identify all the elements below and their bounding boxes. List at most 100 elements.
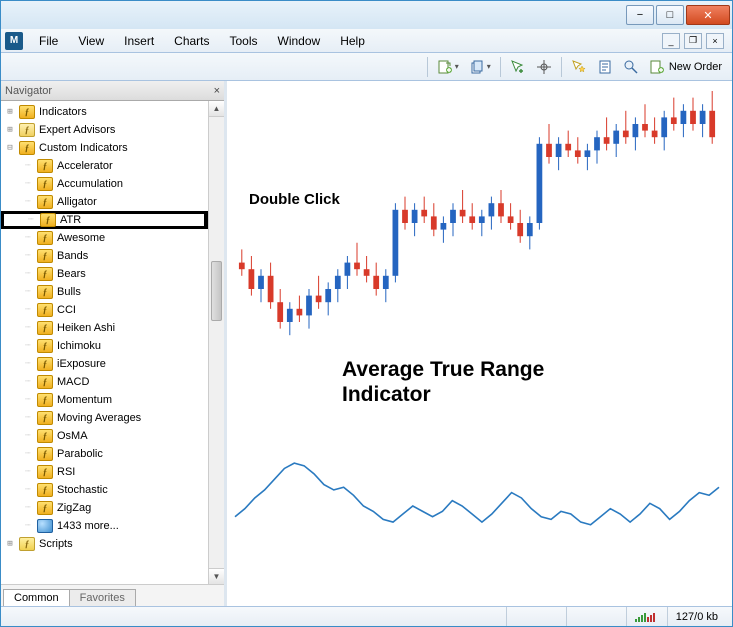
menu-file[interactable]: File — [29, 29, 68, 53]
status-empty — [7, 607, 506, 626]
tree-item[interactable]: ┈ƒParabolic — [1, 445, 208, 463]
tab-common[interactable]: Common — [3, 589, 70, 606]
tree-item[interactable]: ┈ƒAlligator — [1, 193, 208, 211]
tree-item[interactable]: ⊞ƒScripts — [1, 535, 208, 553]
new-chart-button[interactable]: ▾ — [433, 56, 463, 78]
tree-item-label: Bands — [57, 247, 88, 265]
tab-favorites[interactable]: Favorites — [69, 589, 136, 606]
new-order-button[interactable]: New Order — [645, 56, 726, 78]
tree-item[interactable]: ┈ƒAccumulation — [1, 175, 208, 193]
scroll-down-button[interactable]: ▼ — [209, 568, 224, 584]
tree-item[interactable]: ┈ƒRSI — [1, 463, 208, 481]
navigator-close-button[interactable]: × — [214, 85, 220, 97]
tree-item[interactable]: ⊞ƒIndicators — [1, 103, 208, 121]
tree-item[interactable]: ┈ƒCCI — [1, 301, 208, 319]
mdi-minimize-button[interactable]: _ — [662, 33, 680, 49]
tree-item[interactable]: ┈ƒMoving Averages — [1, 409, 208, 427]
expander-icon[interactable]: ┈ — [19, 301, 37, 319]
menu-window[interactable]: Window — [268, 29, 331, 53]
tree-item[interactable]: ┈ƒBands — [1, 247, 208, 265]
indicator-icon: ƒ — [37, 285, 53, 299]
tree-item[interactable]: ┈ƒiExposure — [1, 355, 208, 373]
tree-item[interactable]: ┈ƒMomentum — [1, 391, 208, 409]
indicator-icon: ƒ — [37, 231, 53, 245]
expander-icon[interactable]: ⊞ — [1, 121, 19, 139]
tree-item-label: Expert Advisors — [39, 121, 115, 139]
expander-icon[interactable]: ┈ — [19, 373, 37, 391]
status-traffic: 127/0 kb — [667, 607, 726, 626]
expander-icon[interactable]: ┈ — [19, 229, 37, 247]
star-cursor-button[interactable] — [567, 56, 591, 78]
tree-item[interactable]: ┈ƒAccelerator — [1, 157, 208, 175]
statusbar: 127/0 kb — [1, 606, 732, 626]
indicator-icon: ƒ — [37, 267, 53, 281]
expander-icon[interactable]: ⊞ — [1, 535, 19, 553]
expander-icon[interactable]: ┈ — [19, 481, 37, 499]
scroll-up-button[interactable]: ▲ — [209, 101, 224, 117]
tree-item[interactable]: ┈ƒMACD — [1, 373, 208, 391]
expander-icon[interactable]: ┈ — [19, 175, 37, 193]
expander-icon[interactable]: ┈ — [19, 409, 37, 427]
profiles-button[interactable]: ▾ — [465, 56, 495, 78]
window-minimize-button[interactable]: − — [626, 5, 654, 25]
window-maximize-button[interactable]: □ — [656, 5, 684, 25]
expander-icon[interactable]: ┈ — [19, 283, 37, 301]
tree-item[interactable]: ┈ƒOsMA — [1, 427, 208, 445]
tree-item[interactable]: ┈ƒBears — [1, 265, 208, 283]
expander-icon[interactable]: ┈ — [19, 319, 37, 337]
scroll-thumb[interactable] — [211, 261, 222, 321]
mdi-close-button[interactable]: × — [706, 33, 724, 49]
mdi-restore-button[interactable]: ❐ — [684, 33, 702, 49]
expander-icon[interactable]: ┈ — [19, 265, 37, 283]
page-icon — [597, 59, 613, 75]
tree-item[interactable]: ⊟ƒCustom Indicators — [1, 139, 208, 157]
tree-item[interactable]: ┈1433 more... — [1, 517, 208, 535]
tree-item-label: RSI — [57, 463, 75, 481]
expander-icon[interactable]: ┈ — [19, 463, 37, 481]
page-plus-icon — [437, 59, 453, 75]
expander-icon[interactable]: ┈ — [19, 337, 37, 355]
menu-charts[interactable]: Charts — [164, 29, 219, 53]
expander-icon[interactable]: ┈ — [19, 391, 37, 409]
tree-scrollbar[interactable]: ▲ ▼ — [208, 101, 224, 584]
crosshair-button[interactable] — [532, 56, 556, 78]
expander-icon[interactable]: ┈ — [19, 427, 37, 445]
tree-item-atr[interactable]: ┈ƒATR — [1, 211, 208, 229]
expander-icon[interactable]: ┈ — [19, 355, 37, 373]
navigator-tabs: Common Favorites — [1, 584, 224, 606]
chart-area[interactable]: Double Click Average True Range Indicato… — [227, 81, 732, 606]
tree-item[interactable]: ┈ƒ Bulls — [1, 283, 208, 301]
tree-item[interactable]: ┈ƒHeiken Ashi — [1, 319, 208, 337]
tree-item[interactable]: ┈ƒAwesome — [1, 229, 208, 247]
expander-icon[interactable]: ┈ — [19, 517, 37, 535]
expander-icon[interactable]: ⊟ — [1, 139, 19, 157]
cursor-button[interactable] — [506, 56, 530, 78]
tree-item[interactable]: ⊞ƒExpert Advisors — [1, 121, 208, 139]
expander-icon[interactable]: ┈ — [19, 193, 37, 211]
tree-item-label: Scripts — [39, 535, 73, 553]
toolbar: ▾ ▾ New Order — [1, 53, 732, 81]
expander-icon[interactable]: ┈ — [19, 499, 37, 517]
expander-icon[interactable]: ┈ — [19, 157, 37, 175]
tree-item-label: OsMA — [57, 427, 88, 445]
tree-item-label: Bulls — [57, 283, 81, 301]
page-tool-button[interactable] — [593, 56, 617, 78]
navigator-tree[interactable]: ⊞ƒIndicators⊞ƒExpert Advisors⊟ƒCustom In… — [1, 101, 208, 584]
expander-icon[interactable]: ┈ — [19, 445, 37, 463]
menu-tools[interactable]: Tools — [220, 29, 268, 53]
menu-help[interactable]: Help — [330, 29, 375, 53]
expander-icon[interactable]: ⊞ — [1, 103, 19, 121]
menu-view[interactable]: View — [68, 29, 114, 53]
window-close-button[interactable]: ✕ — [686, 5, 730, 25]
indicator-icon: ƒ — [37, 447, 53, 461]
indicator-icon: ƒ — [37, 195, 53, 209]
tree-item-label: Ichimoku — [57, 337, 101, 355]
expander-icon[interactable]: ┈ — [22, 211, 40, 229]
tree-item[interactable]: ┈ƒZigZag — [1, 499, 208, 517]
expander-icon[interactable]: ┈ — [19, 247, 37, 265]
tree-item[interactable]: ┈ƒIchimoku — [1, 337, 208, 355]
tree-item[interactable]: ┈ƒStochastic — [1, 481, 208, 499]
search-button[interactable] — [619, 56, 643, 78]
menu-insert[interactable]: Insert — [114, 29, 164, 53]
titlebar: − □ ✕ — [1, 1, 732, 29]
